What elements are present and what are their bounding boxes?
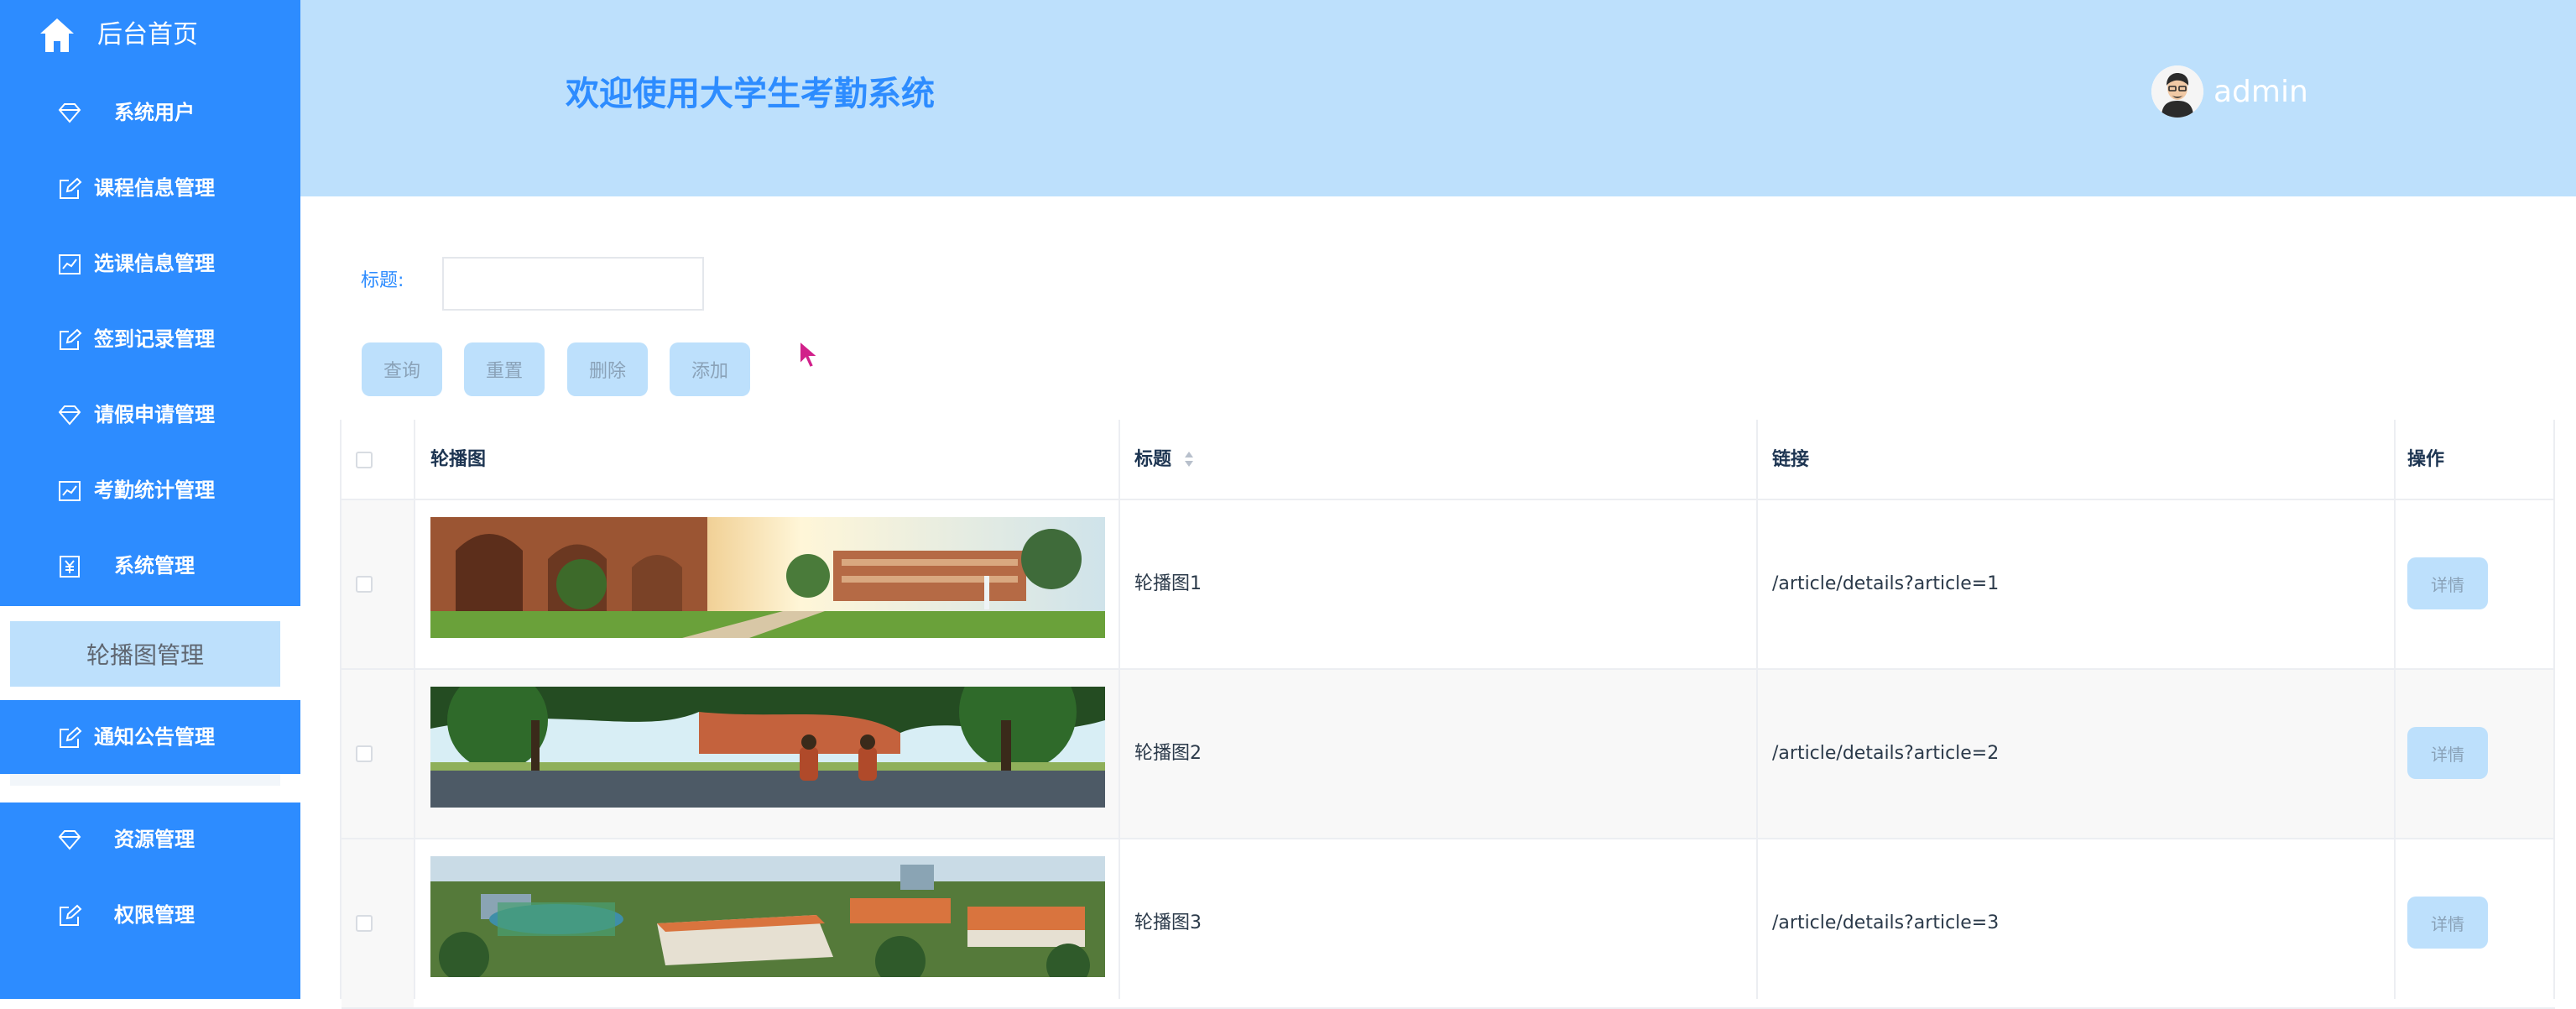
home-icon — [40, 18, 74, 52]
sidebar: 后台首页 系统用户 课程信息管理 选课信息管理 签到记录管理 请假申请管理 考勤… — [0, 0, 300, 999]
edit-icon — [60, 726, 82, 748]
detail-button[interactable]: 详情 — [2407, 897, 2488, 949]
select-all-checkbox[interactable] — [356, 452, 373, 468]
reset-button[interactable]: 重置 — [464, 342, 545, 396]
campus-aerial-image — [430, 856, 1105, 977]
sidebar-home[interactable]: 后台首页 — [0, 0, 300, 71]
row-title: 轮播图3 — [1134, 912, 1202, 933]
column-header-title[interactable]: 标题 — [1134, 445, 1171, 475]
sidebar-item-permissions[interactable]: 权限管理 — [0, 878, 300, 954]
row-checkbox[interactable] — [356, 576, 373, 593]
sidebar-item-system-management[interactable]: 系统管理 — [0, 529, 300, 604]
row-link: /article/details?article=3 — [1772, 912, 2000, 933]
sidebar-item-carousel-management[interactable]: 轮播图管理 — [10, 621, 280, 687]
sidebar-item-label: 系统管理 — [114, 554, 195, 578]
sidebar-item-system-users[interactable]: 系统用户 — [0, 76, 300, 151]
detail-button[interactable]: 详情 — [2407, 727, 2488, 779]
user-avatar-icon — [2151, 65, 2203, 118]
edit-icon — [60, 328, 82, 350]
sidebar-item-label: 考勤统计管理 — [94, 478, 215, 502]
table-row: 轮播图3 /article/details?article=3 详情 — [342, 839, 2555, 1009]
edit-icon — [60, 904, 82, 926]
sidebar-item-label: 权限管理 — [114, 903, 195, 927]
submenu-panel: 轮播图管理 — [0, 606, 300, 700]
carousel-table: 轮播图 标题 链接 操作 轮播图1 /article/details?artic… — [340, 420, 2555, 1009]
sidebar-item-notices[interactable]: 通知公告管理 — [0, 700, 300, 776]
diamond-icon — [58, 830, 81, 850]
page-title: 欢迎使用大学生考勤系统 — [566, 75, 935, 113]
sidebar-item-label: 资源管理 — [114, 828, 195, 851]
sidebar-item-signin-records[interactable]: 签到记录管理 — [0, 302, 300, 378]
chart-icon — [59, 254, 81, 274]
sidebar-item-label: 课程信息管理 — [94, 176, 215, 200]
table-header-row: 轮播图 标题 链接 操作 — [342, 420, 2555, 500]
delete-button[interactable]: 删除 — [567, 342, 648, 396]
submenu-divider — [0, 774, 300, 802]
row-checkbox-cell — [342, 670, 414, 838]
chart-icon — [59, 481, 81, 501]
sidebar-item-label: 请假申请管理 — [94, 403, 215, 426]
row-checkbox-cell — [342, 500, 414, 668]
sidebar-item-attendance-stats[interactable]: 考勤统计管理 — [0, 453, 300, 529]
sidebar-item-course-info[interactable]: 课程信息管理 — [0, 151, 300, 227]
sidebar-item-label: 系统用户 — [114, 101, 195, 124]
sidebar-home-label: 后台首页 — [97, 20, 198, 50]
add-button[interactable]: 添加 — [670, 342, 750, 396]
detail-button[interactable]: 详情 — [2407, 557, 2488, 609]
column-header-action: 操作 — [2407, 449, 2445, 470]
column-divider — [2394, 420, 2396, 999]
column-divider — [2553, 420, 2555, 999]
column-header-link: 链接 — [1772, 449, 1810, 470]
sidebar-item-label: 签到记录管理 — [94, 327, 215, 351]
row-link: /article/details?article=2 — [1772, 743, 2000, 764]
students-walking-image — [430, 687, 1105, 808]
top-header: 欢迎使用大学生考勤系统 admin — [300, 0, 2576, 196]
row-checkbox[interactable] — [356, 745, 373, 762]
diamond-icon — [58, 103, 81, 123]
sidebar-item-resources[interactable]: 资源管理 — [0, 802, 300, 878]
campus-courtyard-image — [430, 517, 1105, 638]
table-row: 轮播图2 /article/details?article=2 详情 — [342, 670, 2555, 839]
query-button[interactable]: 查询 — [362, 342, 442, 396]
column-divider — [1119, 420, 1120, 999]
row-checkbox-cell — [342, 839, 414, 1007]
sidebar-item-label: 通知公告管理 — [94, 725, 215, 749]
username[interactable]: admin — [2214, 72, 2308, 112]
mouse-cursor-icon — [799, 339, 821, 369]
column-divider — [414, 420, 415, 999]
edit-icon — [60, 177, 82, 199]
title-search-label: 标题: — [361, 270, 404, 291]
yen-icon — [60, 556, 80, 578]
diamond-icon — [58, 405, 81, 426]
sidebar-item-course-selection[interactable]: 选课信息管理 — [0, 227, 300, 302]
table-row: 轮播图1 /article/details?article=1 详情 — [342, 500, 2555, 670]
sort-icon[interactable] — [1183, 450, 1195, 468]
row-title: 轮播图1 — [1134, 573, 1202, 594]
row-checkbox[interactable] — [356, 915, 373, 932]
avatar[interactable] — [2151, 65, 2203, 118]
title-search-input[interactable] — [442, 257, 704, 311]
column-divider — [1756, 420, 1758, 999]
header-checkbox-cell — [342, 420, 414, 499]
column-header-image: 轮播图 — [430, 449, 487, 470]
sidebar-item-leave-requests[interactable]: 请假申请管理 — [0, 378, 300, 453]
row-link: /article/details?article=1 — [1772, 573, 2000, 594]
row-title: 轮播图2 — [1134, 743, 1202, 764]
sidebar-item-label: 选课信息管理 — [94, 252, 215, 275]
